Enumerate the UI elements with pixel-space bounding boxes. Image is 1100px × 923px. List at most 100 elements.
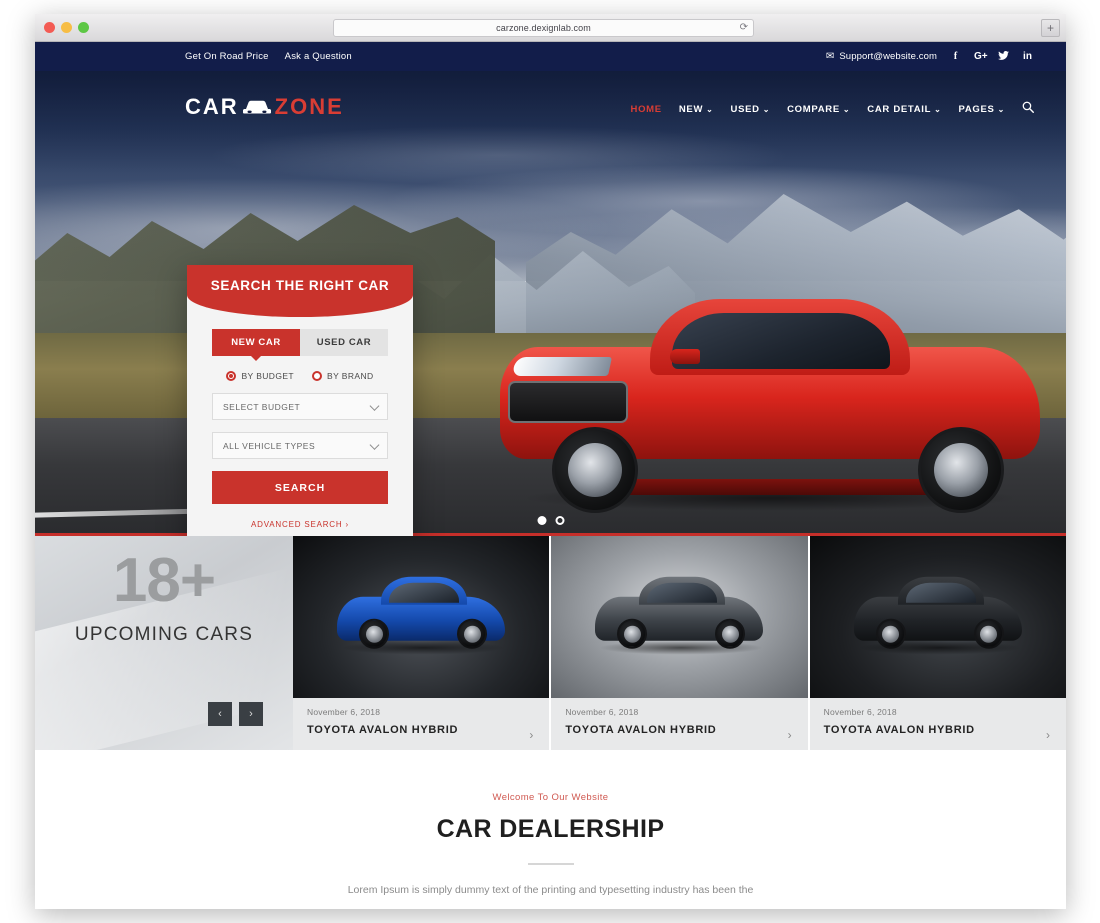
chevron-down-icon: ⌄: [997, 104, 1005, 114]
new-tab-button[interactable]: +: [1041, 19, 1060, 37]
mini-car-shadow: [599, 640, 764, 655]
search-glyph: [1022, 101, 1034, 113]
hero-dot-1[interactable]: [537, 516, 546, 525]
topbar-links: Get On Road Price Ask a Question: [35, 51, 352, 62]
address-bar[interactable]: carzone.dexignlab.com ⟳: [333, 19, 754, 37]
tab-new-car[interactable]: NEW CAR: [212, 329, 300, 361]
car-headlight: [511, 357, 613, 376]
nav-search-icon[interactable]: [1022, 100, 1034, 118]
blue-sedan-illustration: [337, 576, 506, 655]
advanced-search-link[interactable]: ADVANCED SEARCH ›: [212, 520, 388, 529]
car-front-wheel: [552, 427, 638, 513]
browser-chrome-bar: carzone.dexignlab.com ⟳ +: [35, 14, 1066, 42]
logo-text-car: CAR: [185, 94, 239, 119]
mini-car-glass: [647, 582, 718, 603]
upcoming-card-image: [551, 536, 808, 698]
chevron-down-icon: ⌄: [842, 104, 851, 114]
radio-by-budget-dot: [226, 371, 237, 381]
upcoming-card[interactable]: November 6, 2018 TOYOTA AVALON HYBRID ›: [549, 536, 808, 750]
upcoming-card-caption: November 6, 2018 TOYOTA AVALON HYBRID ›: [293, 698, 550, 750]
chevron-down-icon: ⌄: [762, 104, 771, 114]
topbar-link-ask-a-question[interactable]: Ask a Question: [285, 51, 352, 62]
close-window-button[interactable]: [44, 22, 55, 33]
radio-by-budget[interactable]: BY BUDGET: [226, 371, 294, 381]
chevron-down-icon: ⌄: [934, 104, 942, 114]
google-plus-icon[interactable]: G+: [974, 51, 988, 62]
carousel-prev-button[interactable]: ‹: [208, 702, 232, 726]
facebook-icon[interactable]: f: [950, 51, 961, 62]
upcoming-carousel-nav: ‹ ›: [208, 702, 263, 726]
topbar-contact: ✉ Support@website.com f G+ in: [826, 50, 1033, 63]
nav-item-compare[interactable]: COMPARE ⌄: [787, 104, 850, 115]
twitter-bird-glyph: [998, 50, 1009, 60]
upcoming-cars-section: 18+ UPCOMING CARS ‹ › November 6, 2018 T…: [35, 536, 1066, 750]
nav-item-compare-label: COMPARE: [787, 103, 840, 115]
upcoming-card-image: [293, 536, 550, 698]
welcome-title: CAR DEALERSHIP: [436, 815, 665, 843]
maximize-window-button[interactable]: [78, 22, 89, 33]
nav-item-pages[interactable]: PAGES ⌄: [959, 104, 1005, 115]
welcome-section: Welcome To Our Website CAR DEALERSHIP Lo…: [35, 750, 1066, 909]
nav-item-new[interactable]: NEW ⌄: [679, 104, 714, 115]
chevron-down-icon: [369, 400, 380, 411]
top-utility-bar: Get On Road Price Ask a Question ✉ Suppo…: [35, 42, 1066, 71]
search-button[interactable]: SEARCH: [212, 471, 388, 504]
logo-text-zone: ZONE: [274, 94, 344, 119]
minimize-window-button[interactable]: [61, 22, 72, 33]
reload-icon[interactable]: ⟳: [740, 23, 748, 33]
tab-used-car[interactable]: USED CAR: [300, 329, 388, 356]
radio-by-budget-label: BY BUDGET: [241, 371, 295, 381]
chevron-down-icon: ⌄: [706, 104, 714, 114]
select-vehicle-type[interactable]: ALL VEHICLE TYPES: [212, 432, 388, 459]
search-panel: SEARCH THE RIGHT CAR NEW CAR USED CAR BY…: [187, 265, 413, 536]
browser-window: carzone.dexignlab.com ⟳ + Get On Road Pr…: [35, 14, 1066, 909]
radio-by-brand-label: BY BRAND: [327, 371, 374, 381]
search-panel-body: NEW CAR USED CAR BY BUDGET BY BRAND SELE…: [187, 317, 413, 536]
chevron-right-icon[interactable]: ›: [1046, 729, 1050, 741]
twitter-icon[interactable]: [998, 50, 1009, 63]
welcome-paragraph: Lorem Ipsum is simply dummy text of the …: [347, 884, 754, 896]
nav-item-car-detail-label: CAR DETAIL: [867, 103, 932, 115]
nav-item-pages-label: PAGES: [958, 103, 995, 115]
black-hatchback-illustration: [853, 576, 1022, 655]
main-nav: HOME NEW ⌄ USED ⌄ COMPARE ⌄ CAR DETAIL ⌄ PAG…: [631, 100, 1034, 118]
support-email[interactable]: ✉ Support@website.com: [826, 51, 937, 62]
chevron-right-icon[interactable]: ›: [529, 729, 533, 741]
site-logo[interactable]: CAR ZONE: [185, 94, 344, 120]
upcoming-card-title: TOYOTA AVALON HYBRID: [823, 724, 975, 736]
page-viewport: Get On Road Price Ask a Question ✉ Suppo…: [35, 42, 1066, 909]
carousel-next-button[interactable]: ›: [239, 702, 263, 726]
radio-by-brand[interactable]: BY BRAND: [312, 371, 374, 381]
chevron-down-icon: [369, 439, 380, 450]
chevron-right-icon[interactable]: ›: [788, 729, 792, 741]
nav-item-used[interactable]: USED ⌄: [731, 104, 771, 115]
upcoming-cars-count: 18+: [112, 546, 216, 615]
upcoming-card-caption: November 6, 2018 TOYOTA AVALON HYBRID ›: [551, 698, 808, 750]
select-budget[interactable]: SELECT BUDGET: [212, 393, 388, 420]
hero-car-image: [490, 289, 1050, 519]
car-rear-wheel: [918, 427, 1004, 513]
car-windshield: [672, 313, 890, 369]
upcoming-card-date: November 6, 2018: [565, 707, 639, 717]
car-icon: [242, 100, 271, 114]
search-panel-tabs: NEW CAR USED CAR: [212, 329, 388, 361]
nav-item-new-label: NEW: [678, 103, 704, 115]
car-side-mirror: [670, 349, 700, 364]
select-vehicle-type-value: ALL VEHICLE TYPES: [223, 440, 316, 451]
topbar-link-get-on-road-price[interactable]: Get On Road Price: [185, 51, 269, 62]
nav-item-used-label: USED: [730, 103, 760, 115]
window-traffic-lights: [35, 22, 89, 33]
search-mode-radios: BY BUDGET BY BRAND: [212, 371, 388, 381]
linkedin-icon[interactable]: in: [1022, 51, 1033, 62]
nav-item-car-detail[interactable]: CAR DETAIL ⌄: [867, 104, 941, 115]
hero-dot-2[interactable]: [555, 516, 564, 525]
welcome-divider: [527, 863, 574, 865]
site-header: CAR ZONE HOME NEW ⌄ USED ⌄ COMPARE ⌄ CAR DE…: [35, 71, 1066, 141]
hero-slider-dots: [537, 516, 564, 525]
mail-icon: ✉: [825, 50, 835, 62]
upcoming-card[interactable]: November 6, 2018 TOYOTA AVALON HYBRID ›: [293, 536, 550, 750]
welcome-eyebrow: Welcome To Our Website: [492, 792, 609, 803]
nav-item-home[interactable]: HOME: [631, 104, 662, 115]
upcoming-card[interactable]: November 6, 2018 TOYOTA AVALON HYBRID ›: [807, 536, 1066, 750]
upcoming-card-date: November 6, 2018: [823, 707, 897, 717]
